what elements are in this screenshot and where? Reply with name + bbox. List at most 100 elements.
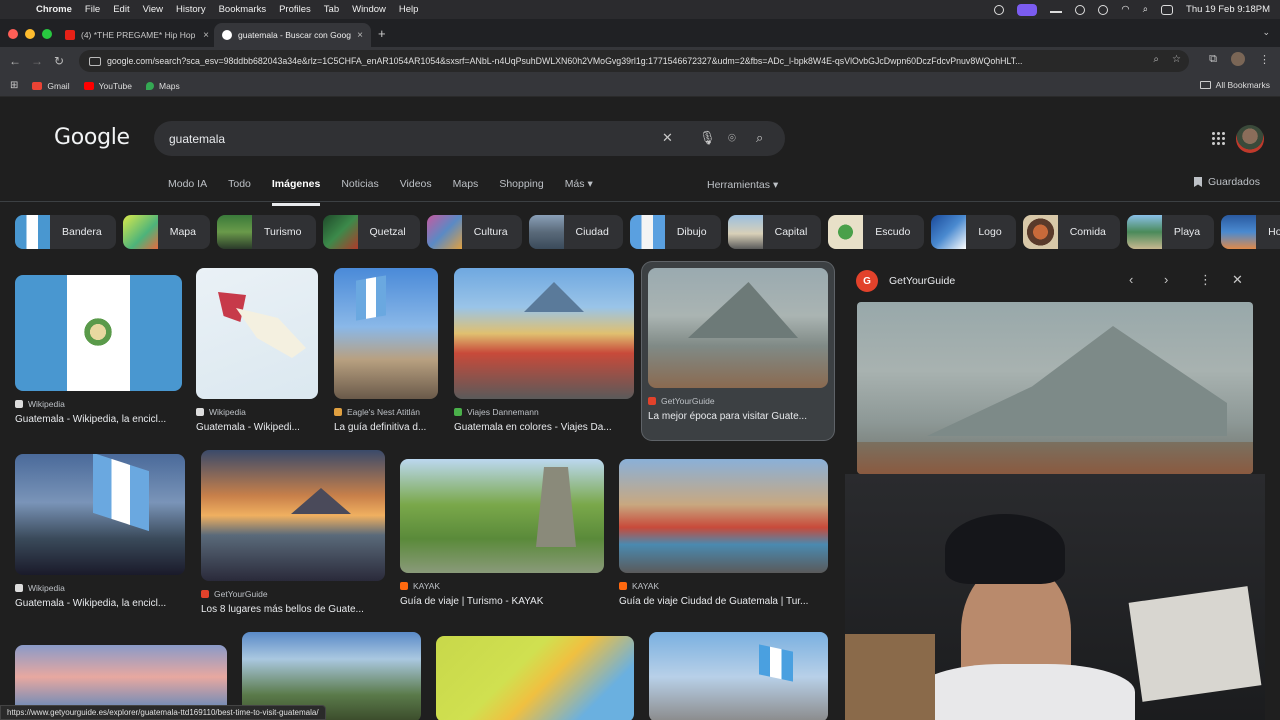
result-thumbnail[interactable] [15, 454, 185, 575]
result-thumbnail[interactable] [648, 268, 828, 388]
image-result[interactable]: Wikipedia Guatemala - Wikipedia, la enci… [15, 275, 182, 425]
result-title[interactable]: Guatemala - Wikipedia, la encicl... [15, 598, 185, 609]
menu-history[interactable]: History [176, 4, 206, 15]
menubar-clock[interactable]: Thu 19 Feb 9:18PM [1186, 4, 1270, 15]
result-title[interactable]: Guía de viaje | Turismo - KAYAK [400, 596, 604, 607]
search-box[interactable]: guatemala ✕ 🎙 ⌾ ⌕ [154, 121, 785, 156]
chrome-menu-icon[interactable]: ⋮ [1259, 53, 1270, 66]
search-icon[interactable]: ⌕ [756, 130, 763, 146]
reload-icon[interactable]: ↻ [48, 54, 70, 68]
result-thumbnail[interactable] [649, 632, 828, 720]
close-preview-icon[interactable]: ✕ [1232, 272, 1243, 288]
menu-tab[interactable]: Tab [324, 4, 339, 15]
bookmark-youtube[interactable]: YouTube [83, 81, 132, 91]
menu-edit[interactable]: Edit [113, 4, 129, 15]
chip-hotel[interactable]: Hotel [1221, 215, 1280, 249]
google-logo[interactable]: Google [54, 125, 130, 150]
chip-comida[interactable]: Comida [1022, 215, 1120, 249]
control-icon[interactable] [1050, 6, 1063, 13]
clear-search-icon[interactable]: ✕ [662, 130, 673, 146]
forward-arrow-icon[interactable]: → [26, 54, 48, 68]
tab-google-search[interactable]: guatemala - Buscar con Goog × [214, 23, 371, 47]
chip-turismo[interactable]: Turismo [216, 215, 316, 249]
result-title[interactable]: Los 8 lugares más bellos de Guate... [201, 604, 385, 615]
result-thumbnail[interactable] [334, 268, 438, 399]
play-icon[interactable] [1098, 4, 1109, 15]
menu-bookmarks[interactable]: Bookmarks [219, 4, 267, 15]
result-thumbnail[interactable] [15, 275, 182, 391]
extensions-icon[interactable]: ⧉ [1209, 53, 1217, 66]
image-result-selected[interactable]: GetYourGuide La mejor época para visitar… [642, 262, 834, 440]
voice-search-icon[interactable]: 🎙 [699, 130, 716, 146]
url-text[interactable]: google.com/search?sca_esv=98ddbb682043a3… [107, 56, 1137, 66]
close-tab-icon[interactable]: × [357, 30, 363, 41]
account-avatar[interactable] [1236, 125, 1264, 153]
result-thumbnail[interactable] [454, 268, 634, 399]
result-title[interactable]: Guatemala en colores - Viajes Da... [454, 422, 634, 433]
preview-image[interactable] [857, 302, 1253, 474]
result-thumbnail[interactable] [400, 459, 604, 573]
image-result[interactable]: Wikipedia Guatemala - Wikipedia, la enci… [15, 454, 185, 609]
image-result[interactable] [436, 636, 634, 720]
image-result[interactable]: KAYAK Guía de viaje Ciudad de Guatemala … [619, 459, 828, 607]
menu-window[interactable]: Window [352, 4, 386, 15]
image-result[interactable]: Eagle's Nest Atitlán La guía definitiva … [334, 268, 438, 433]
google-apps-icon[interactable] [1212, 132, 1225, 145]
screen-record-icon[interactable] [994, 4, 1005, 15]
result-title[interactable]: La mejor época para visitar Guate... [648, 411, 828, 422]
image-result[interactable] [649, 632, 828, 720]
bookmark-star-icon[interactable]: ☆ [1172, 54, 1181, 65]
user-icon[interactable] [1075, 4, 1086, 15]
next-image-icon[interactable]: › [1164, 272, 1168, 287]
chip-escudo[interactable]: Escudo [828, 215, 925, 249]
result-title[interactable]: Guatemala - Wikipedi... [196, 422, 318, 433]
tab-search-chevron-icon[interactable]: ⌄ [1262, 27, 1270, 38]
search-input[interactable]: guatemala [169, 132, 225, 146]
chip-mapa[interactable]: Mapa [122, 215, 210, 249]
profile-avatar[interactable] [1231, 52, 1245, 66]
image-result[interactable]: Viajes Dannemann Guatemala en colores - … [454, 268, 634, 433]
chip-ciudad[interactable]: Ciudad [528, 215, 623, 249]
bookmark-gmail[interactable]: Gmail [32, 81, 70, 91]
chip-quetzal[interactable]: Quetzal [322, 215, 420, 249]
minimize-window-button[interactable] [25, 29, 35, 39]
menu-view[interactable]: View [143, 4, 163, 15]
back-arrow-icon[interactable]: ← [4, 54, 26, 68]
bookmark-maps[interactable]: Maps [146, 81, 180, 91]
close-tab-icon[interactable]: × [203, 30, 209, 41]
previous-image-icon[interactable]: ‹ [1129, 272, 1133, 287]
result-thumbnail[interactable] [201, 450, 385, 581]
new-tab-button[interactable]: + [378, 26, 386, 41]
spotlight-search-icon[interactable]: ⌕ [1143, 4, 1148, 15]
menu-file[interactable]: File [85, 4, 100, 15]
chip-dibujo[interactable]: Dibujo [629, 215, 721, 249]
preview-source-header[interactable]: G GetYourGuide [856, 270, 955, 292]
chip-logo[interactable]: Logo [931, 215, 1016, 249]
all-bookmarks-button[interactable]: All Bookmarks [1199, 80, 1270, 90]
result-title[interactable]: Guatemala - Wikipedia, la encicl... [15, 414, 182, 425]
more-options-icon[interactable]: ⋮ [1199, 272, 1212, 288]
lens-search-icon[interactable]: ⌾ [728, 130, 736, 146]
result-thumbnail[interactable] [196, 268, 318, 399]
menu-profiles[interactable]: Profiles [279, 4, 311, 15]
apps-icon[interactable]: ⊞ [10, 80, 18, 91]
chip-cultura[interactable]: Cultura [426, 215, 522, 249]
menu-help[interactable]: Help [399, 4, 419, 15]
menu-app-chrome[interactable]: Chrome [36, 4, 72, 15]
site-info-icon[interactable] [89, 56, 101, 66]
wifi-icon[interactable]: ◠ [1121, 4, 1129, 15]
active-status-icon[interactable] [1017, 3, 1038, 16]
saved-button[interactable]: Guardados [1194, 176, 1260, 188]
address-bar[interactable]: google.com/search?sca_esv=98ddbb682043a3… [79, 50, 1189, 72]
zoom-window-button[interactable] [42, 29, 52, 39]
result-thumbnail[interactable] [619, 459, 828, 573]
result-title[interactable]: La guía definitiva d... [334, 422, 438, 433]
tools-dropdown[interactable]: Herramientas ▾ [707, 179, 778, 191]
close-window-button[interactable] [8, 29, 18, 39]
result-thumbnail[interactable] [436, 636, 634, 720]
chip-capital[interactable]: Capital [727, 215, 822, 249]
chip-bandera[interactable]: Bandera [15, 215, 116, 249]
tab-youtube[interactable]: (4) *THE PREGAME* Hip Hop × [57, 23, 217, 47]
image-result[interactable]: Wikipedia Guatemala - Wikipedi... [196, 268, 318, 433]
chip-playa[interactable]: Playa [1126, 215, 1215, 249]
